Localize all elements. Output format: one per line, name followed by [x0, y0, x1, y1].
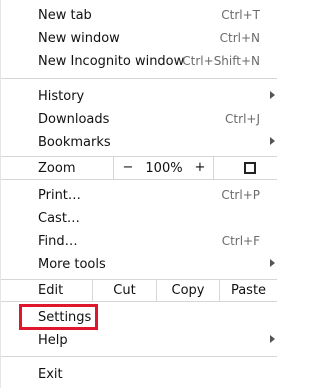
separator — [1, 356, 277, 357]
menu-item-bookmarks[interactable]: Bookmarks — [1, 131, 277, 154]
downloads-shortcut: Ctrl+J — [225, 112, 260, 126]
settings-highlight-box — [19, 304, 98, 330]
new-tab-shortcut: Ctrl+T — [221, 8, 260, 22]
menu-item-cast[interactable]: Cast… — [1, 207, 277, 230]
zoom-row: Zoom − 100% + — [1, 156, 277, 180]
menu-item-print[interactable]: Print… Ctrl+P — [1, 184, 277, 207]
new-window-label: New window — [38, 31, 120, 46]
separator — [1, 78, 277, 79]
new-tab-label: New tab — [38, 8, 92, 23]
history-label: History — [38, 89, 85, 104]
edit-label: Edit — [38, 283, 64, 298]
submenu-arrow-icon — [270, 259, 275, 267]
cut-button[interactable]: Cut — [92, 280, 156, 301]
print-label: Print… — [38, 188, 81, 203]
edit-row: Edit Cut Copy Paste — [1, 279, 277, 302]
find-label: Find… — [38, 234, 78, 249]
menu-item-more-tools[interactable]: More tools — [1, 253, 277, 276]
zoom-label: Zoom — [38, 161, 76, 176]
paste-button[interactable]: Paste — [219, 280, 277, 301]
submenu-arrow-icon — [270, 91, 275, 99]
zoom-controls: − 100% + — [113, 157, 213, 179]
menu-item-new-incognito-window[interactable]: New Incognito window Ctrl+Shift+N — [1, 50, 277, 73]
exit-label: Exit — [38, 367, 63, 382]
menu-item-exit[interactable]: Exit — [1, 363, 277, 386]
menu-item-help[interactable]: Help — [1, 329, 277, 352]
menu-item-history[interactable]: History — [1, 85, 277, 108]
new-incognito-label: New Incognito window — [38, 54, 185, 69]
fullscreen-icon[interactable] — [244, 162, 256, 174]
menu-item-new-window[interactable]: New window Ctrl+N — [1, 27, 277, 50]
chrome-main-menu: New tab Ctrl+T New window Ctrl+N New Inc… — [0, 0, 277, 388]
help-label: Help — [38, 333, 68, 348]
find-shortcut: Ctrl+F — [221, 234, 260, 248]
more-tools-label: More tools — [38, 257, 106, 272]
submenu-arrow-icon — [270, 137, 275, 145]
menu-item-find[interactable]: Find… Ctrl+F — [1, 230, 277, 253]
downloads-label: Downloads — [38, 112, 110, 127]
menu-item-downloads[interactable]: Downloads Ctrl+J — [1, 108, 277, 131]
copy-button[interactable]: Copy — [156, 280, 219, 301]
new-incognito-shortcut: Ctrl+Shift+N — [182, 54, 260, 68]
print-shortcut: Ctrl+P — [221, 188, 260, 202]
zoom-level: 100% — [145, 161, 183, 176]
zoom-out-button[interactable]: − — [116, 160, 140, 175]
submenu-arrow-icon — [270, 335, 275, 343]
zoom-in-button[interactable]: + — [188, 160, 212, 175]
cast-label: Cast… — [38, 211, 80, 226]
bookmarks-label: Bookmarks — [38, 135, 111, 150]
new-window-shortcut: Ctrl+N — [219, 31, 260, 45]
menu-item-new-tab[interactable]: New tab Ctrl+T — [1, 4, 277, 27]
